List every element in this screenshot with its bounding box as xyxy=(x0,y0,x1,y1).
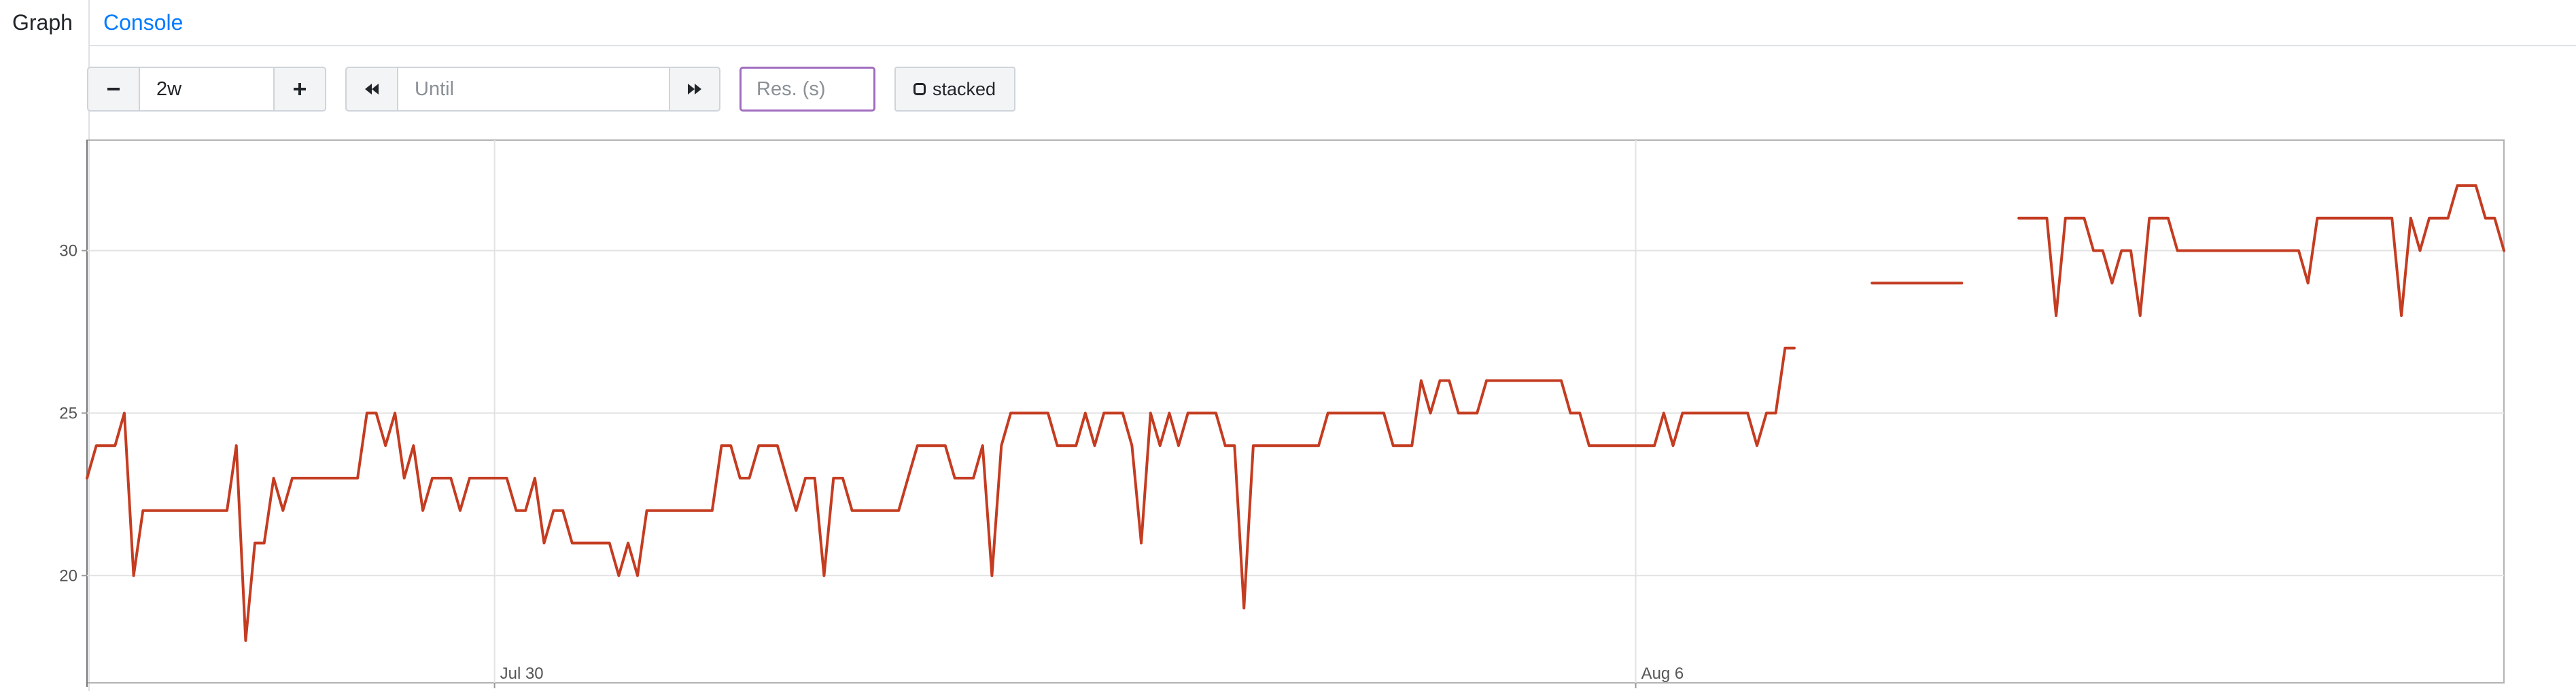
x-tick-label: Aug 6 xyxy=(1641,664,1684,683)
tab-graph[interactable]: Graph xyxy=(0,0,90,46)
y-tick-label: 25 xyxy=(59,404,77,422)
line-chart: 20 25 30 Jul 30 Aug 6 xyxy=(59,139,2505,688)
x-axis-ticks: Jul 30 Aug 6 xyxy=(493,664,1684,688)
x-tick-label: Jul 30 xyxy=(500,664,544,683)
y-tick-label: 30 xyxy=(59,241,77,260)
y-tick-label: 20 xyxy=(59,567,77,585)
grid-lines xyxy=(87,140,2504,683)
plot-area-border xyxy=(86,139,2505,684)
series-line-segment-1 xyxy=(86,346,1796,642)
y-axis-ticks: 20 25 30 xyxy=(59,241,87,585)
